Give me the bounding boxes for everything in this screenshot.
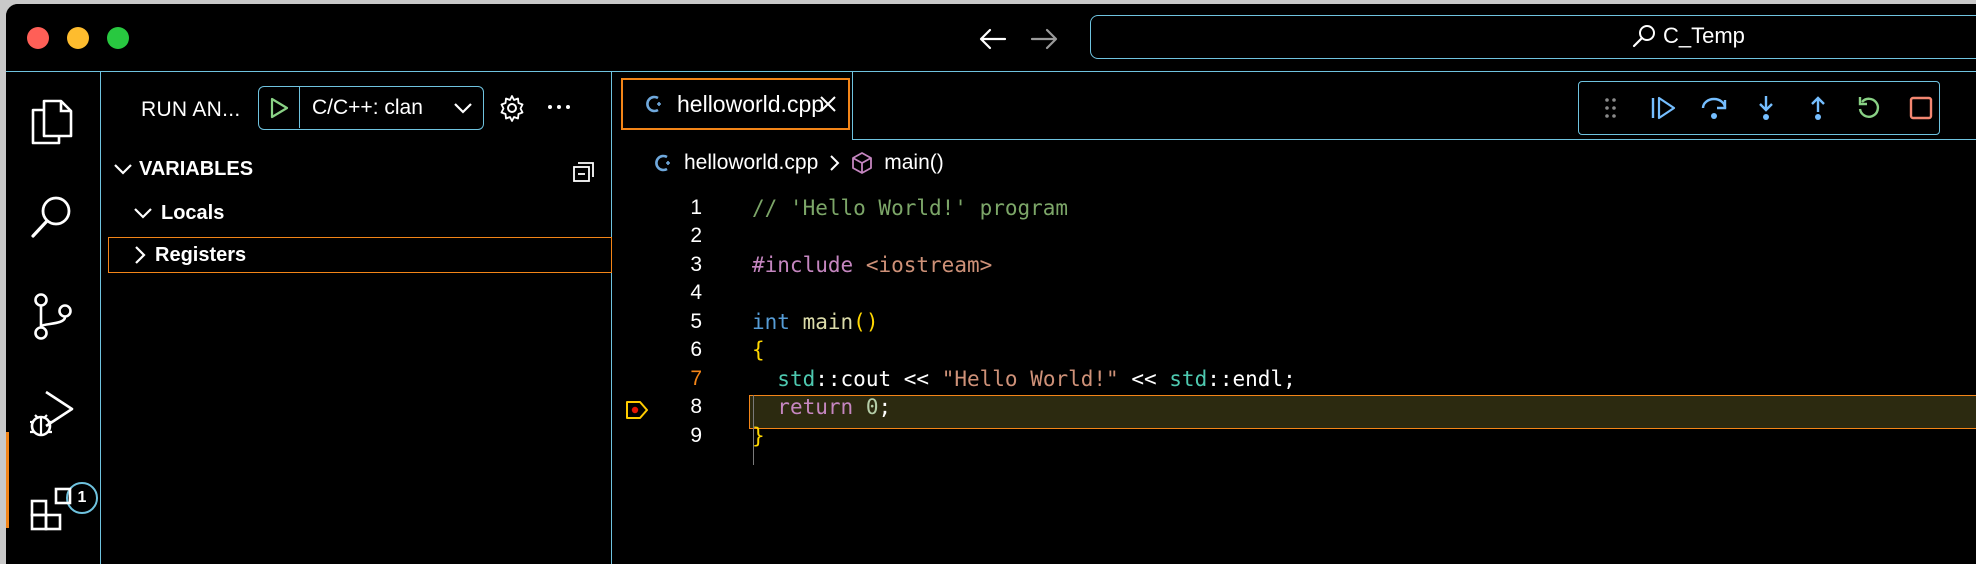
start-debugging-button[interactable] [259, 87, 300, 128]
tab-divider [852, 72, 853, 140]
more-actions-icon[interactable] [546, 94, 572, 125]
stop-icon[interactable] [1903, 90, 1939, 126]
code-directive: #include [752, 253, 854, 277]
minimize-window-button[interactable] [67, 27, 89, 49]
code-parens: () [853, 310, 879, 334]
tree-item-label: Registers [155, 243, 247, 266]
step-over-icon[interactable] [1696, 90, 1732, 126]
code-namespace: std [1169, 367, 1208, 391]
step-into-icon[interactable] [1748, 90, 1784, 126]
back-arrow-icon[interactable] [976, 22, 1010, 56]
breadcrumb-symbol[interactable]: main() [884, 151, 944, 175]
restart-icon[interactable] [1852, 90, 1888, 126]
play-icon [270, 97, 289, 118]
tree-item-label: Locals [161, 201, 225, 224]
tree-item-registers[interactable]: Registers [108, 237, 612, 273]
sidebar-title: RUN AN... [141, 98, 241, 121]
continue-icon[interactable] [1645, 90, 1681, 126]
command-center-content: C_Temp [1631, 23, 1745, 49]
drag-handle-icon[interactable] [1593, 90, 1629, 126]
code-header: <iostream> [865, 253, 993, 277]
editor-area: helloworld.cpp helloworld.cpp main() 1 /… [612, 72, 1976, 564]
breadcrumb: helloworld.cpp main() [652, 151, 944, 175]
collapse-all-icon[interactable] [571, 160, 597, 189]
tab-label: helloworld.cpp [677, 90, 825, 117]
code-brace: { [752, 338, 765, 362]
extensions-icon[interactable] [20, 477, 84, 541]
chevron-down-icon [134, 208, 152, 219]
code-punctuation: ; [878, 395, 892, 419]
workspace-name: C_Temp [1663, 23, 1745, 48]
active-view-indicator [6, 432, 9, 528]
chevron-down-icon [454, 103, 472, 114]
title-bar: C_Temp [6, 4, 1976, 72]
variables-label: VARIABLES [139, 157, 254, 180]
cpp-file-icon [646, 95, 661, 113]
line-number: 9 [690, 424, 702, 447]
launch-config-label: C/C++: clan [312, 96, 423, 119]
tabs-border [852, 139, 1976, 140]
close-icon[interactable] [816, 92, 840, 116]
code-line: 9 } [612, 418, 1976, 454]
method-symbol-icon [852, 152, 873, 174]
launch-config-select[interactable]: C/C++: clan [300, 87, 483, 129]
explorer-icon[interactable] [20, 90, 84, 154]
code-identifier: cout [840, 367, 892, 391]
code-identifier: endl; [1232, 367, 1296, 391]
code-brace: } [752, 424, 765, 448]
code-function: main [802, 310, 854, 334]
tree-item-locals[interactable]: Locals [133, 196, 224, 230]
command-center-search[interactable]: C_Temp [1090, 15, 1976, 59]
code-namespace: std [777, 367, 816, 391]
breadcrumb-file[interactable]: helloworld.cpp [684, 151, 818, 175]
step-out-icon[interactable] [1800, 90, 1836, 126]
code-operator: :: [1207, 367, 1233, 391]
chevron-right-icon [135, 246, 146, 264]
debug-toolbar [1578, 81, 1940, 135]
cpp-file-icon [655, 154, 670, 172]
maximize-window-button[interactable] [107, 27, 129, 49]
chevron-down-icon [114, 164, 132, 175]
forward-arrow-icon[interactable] [1027, 22, 1061, 56]
code-operator: :: [815, 367, 841, 391]
activity-bar: 1 [6, 72, 101, 564]
source-control-icon[interactable] [20, 284, 84, 348]
code-number: 0 [865, 395, 879, 419]
run-and-debug-icon[interactable] [20, 382, 84, 446]
code-operator: << [891, 367, 942, 391]
run-debug-sidebar: RUN AN... C/C++: clan VARIABLES Locals R… [101, 72, 612, 564]
code-keyword: return [777, 395, 854, 419]
launch-configuration: C/C++: clan [258, 86, 484, 130]
close-window-button[interactable] [27, 27, 49, 49]
search-icon[interactable] [20, 185, 84, 249]
code-type: int [752, 310, 790, 334]
gear-icon[interactable] [498, 94, 526, 127]
search-icon [1632, 25, 1655, 48]
variables-section-header[interactable]: VARIABLES [113, 152, 253, 186]
vscode-window: C_Temp 1 RUN AN... C/C++: clan VARIABLES… [6, 4, 1976, 564]
code-comment: // 'Hello World!' program [752, 196, 1069, 220]
chevron-right-icon [830, 155, 840, 171]
code-operator: << [1118, 367, 1170, 391]
code-string: "Hello World!" [941, 367, 1119, 391]
tab-helloworld-cpp[interactable]: helloworld.cpp [621, 78, 850, 130]
